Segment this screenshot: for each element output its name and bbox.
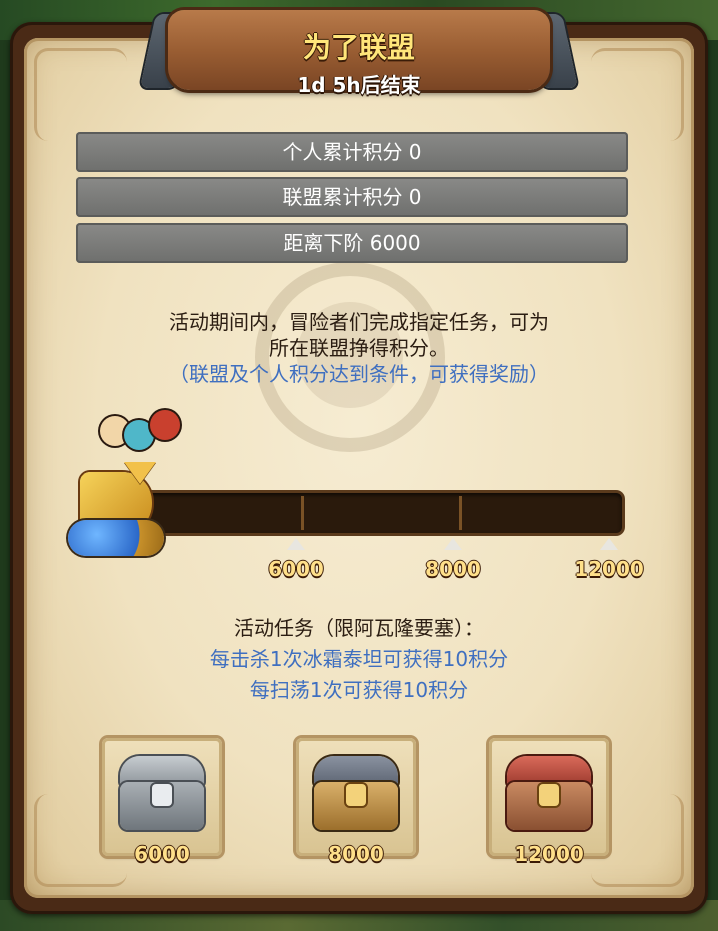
corner-ornament [591,48,684,141]
event-description-line-2: 所在联盟挣得积分。 [269,336,449,360]
alliance-points-bar: 联盟累计积分 0 [76,177,628,217]
chest-lock-icon [539,784,559,806]
reward-label-12000: 12000 [514,842,584,866]
chest-lock-icon [346,784,366,806]
reward-label-8000: 8000 [328,842,384,866]
task-item: 每扫荡1次可获得10积分 [249,678,469,702]
reward-condition-note: （联盟及个人积分达到条件，可获得奖励） [169,362,549,386]
milestone-label-8000: 8000 [425,557,481,581]
progress-segment-divider [301,496,304,530]
reward-slot-6000[interactable] [102,738,222,856]
milestone-label-6000: 6000 [268,557,324,581]
milestone-marker-icon [600,538,618,550]
reward-slot-8000[interactable] [296,738,416,856]
alliance-progress-bar [128,493,622,533]
task-item: 每击杀1次冰霜泰坦可获得10积分 [209,647,509,671]
loot-pile-icon [68,520,164,556]
demon-mascot-icon [150,410,180,440]
task-section-title: 活动任务（限阿瓦隆要塞）： [234,616,484,640]
milestone-marker-icon [287,538,305,550]
reward-slot-12000[interactable] [489,738,609,856]
personal-points-bar: 个人累计积分 0 [76,132,628,172]
next-tier-bar: 距离下阶 6000 [76,223,628,263]
chest-lock-icon [152,784,172,806]
progress-segment-divider [459,496,462,530]
event-countdown: 1d 5h后结束 [297,73,421,97]
corner-ornament [34,48,127,141]
reward-label-6000: 6000 [134,842,190,866]
mascot-group-icon [100,406,186,454]
progress-pointer-icon [124,462,156,484]
event-description-line-1: 活动期间内，冒险者们完成指定任务，可为 [169,310,549,334]
event-title: 为了联盟 [302,31,415,64]
milestone-marker-icon [444,538,462,550]
milestone-label-12000: 12000 [574,557,644,581]
